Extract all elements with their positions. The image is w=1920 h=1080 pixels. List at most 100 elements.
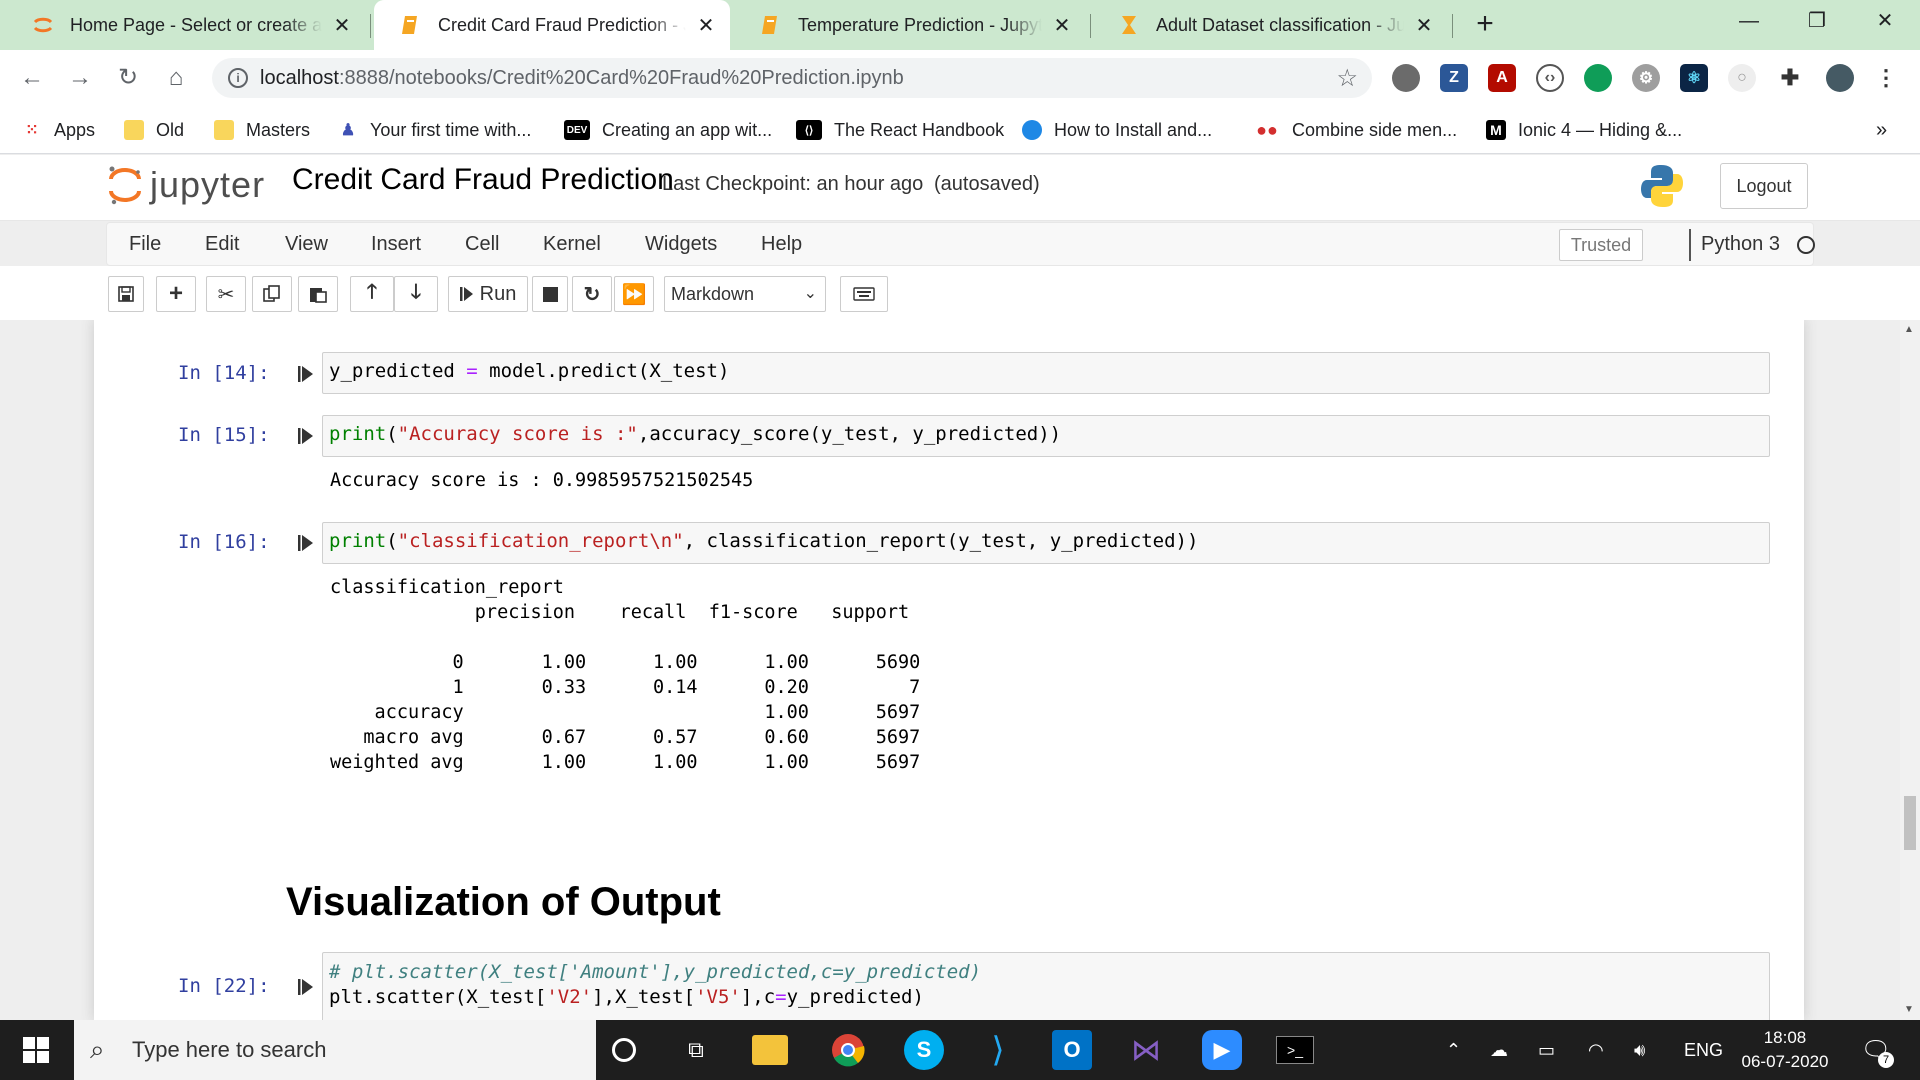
onedrive-icon[interactable]: ☁ <box>1490 1020 1508 1080</box>
run-cell-icon[interactable] <box>298 364 314 384</box>
green-extension-icon[interactable] <box>1584 64 1612 92</box>
close-icon[interactable]: ✕ <box>696 13 716 38</box>
extensions-puzzle-icon[interactable]: ✚ <box>1776 64 1804 92</box>
bookmark-first-time[interactable]: ♟ Your first time with... <box>338 116 532 144</box>
visual-studio-icon[interactable]: ⋈ <box>1126 1030 1166 1070</box>
bookmark-creating-app[interactable]: DEV Creating an app wit... <box>564 116 772 144</box>
reload-icon[interactable]: ↻ <box>112 62 144 94</box>
interrupt-button[interactable] <box>532 276 568 312</box>
bookmark-react-handbook[interactable]: ⟨⟩ The React Handbook <box>796 116 1004 144</box>
menu-insert[interactable]: Insert <box>371 233 421 256</box>
notebook-title[interactable]: Credit Card Fraud Prediction <box>292 163 674 197</box>
code-cell-input[interactable]: print("Accuracy score is :",accuracy_sco… <box>322 415 1770 457</box>
tab-home[interactable]: Home Page - Select or create a notebook … <box>6 0 366 50</box>
save-button[interactable] <box>108 276 144 312</box>
menu-view[interactable]: View <box>285 233 328 256</box>
chevron-up-icon[interactable]: ⌃ <box>1446 1020 1461 1080</box>
jupyter-logo[interactable]: jupyter <box>108 163 265 207</box>
bookmark-how-to-install[interactable]: How to Install and... <box>1022 116 1212 144</box>
tab-credit-card[interactable]: Credit Card Fraud Prediction - Jupyter N… <box>374 0 730 50</box>
language-indicator[interactable]: ENG <box>1684 1020 1723 1080</box>
run-button[interactable]: Run <box>448 276 528 312</box>
bookmarks-overflow-button[interactable]: » <box>1876 116 1887 144</box>
menu-edit[interactable]: Edit <box>205 233 239 256</box>
tab-temperature[interactable]: Temperature Prediction - Jupyter Noteboo… <box>734 0 1086 50</box>
cell-type-select[interactable]: Markdown ⌄ <box>664 276 826 312</box>
run-cell-icon[interactable] <box>298 426 314 446</box>
minimize-button[interactable]: — <box>1714 0 1784 44</box>
vertical-scrollbar[interactable]: ▲ ▼ <box>1900 320 1920 1020</box>
notification-icon[interactable]: 🗨︎ 7 <box>1856 1030 1896 1070</box>
terminal-icon[interactable]: >_ <box>1276 1036 1314 1064</box>
windows-start-icon[interactable] <box>16 1030 56 1070</box>
menu-file[interactable]: File <box>129 233 161 256</box>
menu-kernel[interactable]: Kernel <box>543 233 601 256</box>
close-icon[interactable]: ✕ <box>332 13 352 38</box>
move-up-button[interactable]: 🡑 <box>350 276 394 312</box>
chrome-icon[interactable] <box>828 1030 868 1070</box>
code-cell-input[interactable]: # plt.scatter(X_test['Amount'],y_predict… <box>322 952 1770 1020</box>
home-icon[interactable]: ⌂ <box>160 62 192 94</box>
battery-icon[interactable]: ▭ <box>1538 1020 1555 1080</box>
bookmark-masters[interactable]: Masters <box>214 116 310 144</box>
bookmark-apps[interactable]: ⁙ Apps <box>22 116 95 144</box>
scrollbar-thumb[interactable] <box>1904 796 1916 850</box>
taskbar-search-box[interactable]: ⌕ Type here to search <box>74 1020 596 1080</box>
code-cell-input[interactable]: print("classification_report\n", classif… <box>322 522 1770 564</box>
volume-icon[interactable]: 🔊︎ <box>1634 1020 1645 1080</box>
command-palette-button[interactable] <box>840 276 888 312</box>
zoom-icon[interactable]: ▶ <box>1202 1030 1242 1070</box>
wifi-icon[interactable]: ◠ <box>1588 1020 1604 1080</box>
move-down-button[interactable]: 🡓 <box>394 276 438 312</box>
paste-button[interactable] <box>298 276 338 312</box>
bookmarks-bar: ⁙ Apps Old Masters ♟ Your first time wit… <box>0 106 1920 154</box>
address-bar[interactable]: i localhost:8888/notebooks/Credit%20Card… <box>212 58 1372 98</box>
menu-cell[interactable]: Cell <box>465 233 499 256</box>
restart-button[interactable]: ↻ <box>572 276 612 312</box>
close-icon[interactable]: ✕ <box>1052 13 1072 38</box>
grey-extension-icon[interactable]: ⚙ <box>1632 64 1660 92</box>
scissors-icon: ✂ <box>217 283 235 306</box>
menu-widgets[interactable]: Widgets <box>645 233 717 256</box>
menu-kebab-icon[interactable]: ⋮ <box>1872 64 1900 92</box>
zotero-icon[interactable]: Z <box>1440 64 1468 92</box>
bookmark-old[interactable]: Old <box>124 116 184 144</box>
run-cell-icon[interactable] <box>298 977 314 997</box>
bookmark-ionic[interactable]: M Ionic 4 — Hiding &... <box>1486 116 1682 144</box>
profile-avatar[interactable] <box>1826 64 1854 92</box>
file-explorer-icon[interactable] <box>752 1035 788 1065</box>
notebook-scroll-area[interactable]: In [14]: y_predicted = model.predict(X_t… <box>0 320 1900 1020</box>
outlook-icon[interactable]: O <box>1052 1030 1092 1070</box>
extension-circle-icon[interactable] <box>1392 64 1420 92</box>
task-view-icon[interactable]: ⧉ <box>676 1030 716 1070</box>
close-icon[interactable]: ✕ <box>1414 13 1434 38</box>
pdf-icon[interactable]: A <box>1488 64 1516 92</box>
scroll-up-icon[interactable]: ▲ <box>1904 324 1914 335</box>
scroll-down-icon[interactable]: ▼ <box>1904 1004 1914 1015</box>
system-clock[interactable]: 18:08 06-07-2020 <box>1730 1026 1840 1074</box>
restart-run-all-button[interactable]: ⏩ <box>614 276 654 312</box>
cortana-icon[interactable] <box>604 1030 644 1070</box>
code-cell-input[interactable]: y_predicted = model.predict(X_test) <box>322 352 1770 394</box>
cut-button[interactable]: ✂ <box>206 276 246 312</box>
close-window-button[interactable]: ✕ <box>1850 0 1920 44</box>
faded-extension-icon[interactable]: ○ <box>1728 64 1756 92</box>
copy-button[interactable] <box>252 276 292 312</box>
back-icon[interactable]: ← <box>16 62 48 94</box>
vscode-icon[interactable]: ⟩ <box>978 1030 1018 1070</box>
insert-cell-button[interactable]: + <box>156 276 196 312</box>
info-icon[interactable]: i <box>228 68 248 88</box>
skype-icon[interactable]: S <box>904 1030 944 1070</box>
logout-button[interactable]: Logout <box>1720 163 1808 209</box>
react-devtools-icon[interactable]: ⚛ <box>1680 64 1708 92</box>
forward-icon[interactable]: → <box>64 62 96 94</box>
run-cell-icon[interactable] <box>298 533 314 553</box>
trusted-indicator[interactable]: Trusted <box>1559 229 1643 261</box>
bookmark-combine-side-menu[interactable]: ●● Combine side men... <box>1254 116 1457 144</box>
tab-adult-dataset[interactable]: Adult Dataset classification - Jupyter N… <box>1092 0 1448 50</box>
bookmark-star-icon[interactable]: ☆ <box>1336 64 1358 93</box>
restore-button[interactable]: ❐ <box>1782 0 1852 44</box>
code-extension-icon[interactable]: ‹› <box>1536 64 1564 92</box>
new-tab-button[interactable]: + <box>1468 8 1502 42</box>
menu-help[interactable]: Help <box>761 233 802 256</box>
